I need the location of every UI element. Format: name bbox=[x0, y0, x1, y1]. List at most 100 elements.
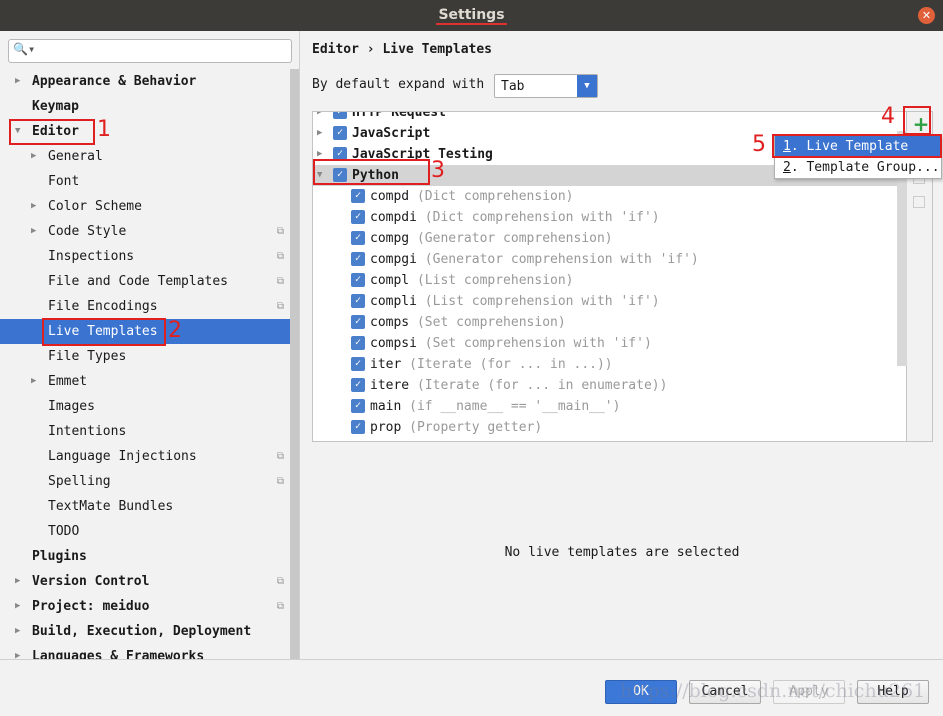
sidebar-item[interactable]: ▶ Color Scheme bbox=[0, 194, 290, 219]
annotation-number: 3 bbox=[431, 158, 445, 183]
checkbox[interactable]: ✓ bbox=[351, 209, 365, 224]
expand-label: By default expand with bbox=[312, 77, 485, 92]
search-icon: 🔍▾ bbox=[13, 42, 36, 56]
template-item[interactable]: ✓ prop (Property getter) bbox=[313, 417, 906, 438]
checkbox[interactable]: ✓ bbox=[351, 377, 365, 392]
sidebar-item[interactable]: Language Injections ⧉ bbox=[0, 444, 290, 469]
sidebar-item-label: Color Scheme bbox=[48, 199, 142, 214]
chevron-right-icon[interactable]: ▶ bbox=[31, 219, 36, 244]
chevron-right-icon[interactable]: ▶ bbox=[317, 123, 322, 144]
template-item[interactable]: ✓ compdi (Dict comprehension with 'if') bbox=[313, 207, 906, 228]
sidebar-item[interactable]: Intentions bbox=[0, 419, 290, 444]
expand-with-select[interactable]: Tab ▼ bbox=[494, 74, 598, 98]
menu-item-template-group[interactable]: 2. Template Group... bbox=[775, 157, 941, 178]
project-scope-icon: ⧉ bbox=[276, 451, 284, 462]
sidebar-item[interactable]: TODO bbox=[0, 519, 290, 544]
sidebar-item-label: Version Control bbox=[32, 574, 150, 589]
sidebar-item-label: Inspections bbox=[48, 249, 135, 264]
sidebar-item[interactable]: TextMate Bundles bbox=[0, 494, 290, 519]
annotation-box bbox=[772, 134, 942, 158]
checkbox[interactable]: ✓ bbox=[333, 125, 347, 140]
chevron-right-icon[interactable]: ▶ bbox=[15, 644, 20, 659]
sidebar-item[interactable]: ▶ Code Style ⧉ bbox=[0, 219, 290, 244]
chevron-right-icon[interactable]: ▶ bbox=[15, 594, 20, 619]
sidebar-item[interactable]: ▶ Build, Execution, Deployment bbox=[0, 619, 290, 644]
sidebar-item[interactable]: File Encodings ⧉ bbox=[0, 294, 290, 319]
template-item[interactable]: ✓ compl (List comprehension) bbox=[313, 270, 906, 291]
checkbox[interactable]: ✓ bbox=[351, 356, 365, 371]
sidebar-item-label: Appearance & Behavior bbox=[32, 74, 197, 89]
template-item[interactable]: ✓ compsi (Set comprehension with 'if') bbox=[313, 333, 906, 354]
template-item[interactable]: ✓ compg (Generator comprehension) bbox=[313, 228, 906, 249]
sidebar-item-label: Spelling bbox=[48, 474, 111, 489]
checkbox[interactable]: ✓ bbox=[351, 419, 365, 434]
chevron-right-icon[interactable]: ▶ bbox=[31, 194, 36, 219]
annotation-box bbox=[903, 106, 931, 135]
chevron-right-icon[interactable]: ▶ bbox=[15, 619, 20, 644]
template-item[interactable]: ✓ compli (List comprehension with 'if') bbox=[313, 291, 906, 312]
sidebar-scrollbar[interactable] bbox=[290, 69, 299, 659]
chevron-right-icon[interactable]: ▶ bbox=[15, 69, 20, 94]
template-item[interactable]: ✓ main (if __name__ == '__main__') bbox=[313, 396, 906, 417]
template-item[interactable]: ✓ compgi (Generator comprehension with 'i… bbox=[313, 249, 906, 270]
sidebar-item[interactable]: ▶ Emmet bbox=[0, 369, 290, 394]
checkbox[interactable]: ✓ bbox=[351, 440, 365, 441]
checkbox[interactable]: ✓ bbox=[351, 251, 365, 266]
title-bar: Settings ✕ bbox=[0, 0, 943, 31]
search-input[interactable]: 🔍▾ bbox=[8, 39, 292, 63]
sidebar-item[interactable]: ▶ Languages & Frameworks bbox=[0, 644, 290, 659]
live-templates-panel: Editor › Live Templates By default expan… bbox=[301, 31, 943, 659]
sidebar-item[interactable]: Images bbox=[0, 394, 290, 419]
annotation-box bbox=[42, 318, 166, 346]
sidebar-item[interactable]: File and Code Templates ⧉ bbox=[0, 269, 290, 294]
sidebar-item-label: Intentions bbox=[48, 424, 127, 439]
project-scope-icon: ⧉ bbox=[276, 576, 284, 587]
sidebar-item[interactable]: Inspections ⧉ bbox=[0, 244, 290, 269]
close-icon[interactable]: ✕ bbox=[918, 7, 935, 24]
breadcrumb: Editor › Live Templates bbox=[312, 42, 493, 57]
project-scope-icon: ⧉ bbox=[276, 476, 284, 487]
annotation-number: 1 bbox=[97, 117, 111, 142]
sidebar-item[interactable]: Font bbox=[0, 169, 290, 194]
project-scope-icon: ⧉ bbox=[276, 276, 284, 287]
sidebar-item[interactable]: ▶ Appearance & Behavior bbox=[0, 69, 290, 94]
settings-tree: ▶ Appearance & Behavior Keymap ▼ Editor ▶ Gene… bbox=[0, 69, 290, 659]
checkbox[interactable]: ✓ bbox=[333, 112, 347, 119]
sidebar-item[interactable]: File Types bbox=[0, 344, 290, 369]
checkbox[interactable]: ✓ bbox=[351, 293, 365, 308]
template-item[interactable]: ✓ itere (Iterate (for ... in enumerate)) bbox=[313, 375, 906, 396]
chevron-right-icon[interactable]: ▶ bbox=[317, 112, 322, 123]
checkbox[interactable]: ✓ bbox=[351, 272, 365, 287]
restore-icon[interactable] bbox=[913, 196, 925, 208]
chevron-right-icon[interactable]: ▶ bbox=[15, 569, 20, 594]
template-item[interactable]: ✓props (Property getter/setter) bbox=[313, 438, 906, 441]
empty-message: No live templates are selected bbox=[504, 545, 740, 560]
sidebar-item[interactable]: ▶ Project: meiduo ⧉ bbox=[0, 594, 290, 619]
sidebar-item-label: Languages & Frameworks bbox=[32, 649, 205, 659]
template-item[interactable]: ✓ comps (Set comprehension) bbox=[313, 312, 906, 333]
template-group[interactable]: ▶ ✓ HTTP Request bbox=[313, 112, 906, 123]
checkbox[interactable]: ✓ bbox=[351, 398, 365, 413]
sidebar-item-label: TODO bbox=[48, 524, 80, 539]
template-item[interactable]: ✓ iter (Iterate (for ... in ...)) bbox=[313, 354, 906, 375]
sidebar-item[interactable]: Keymap bbox=[0, 94, 290, 119]
sidebar-item-label: Build, Execution, Deployment bbox=[32, 624, 252, 639]
sidebar-item-label: File and Code Templates bbox=[48, 274, 229, 289]
sidebar-item[interactable]: ▶ Version Control ⧉ bbox=[0, 569, 290, 594]
project-scope-icon: ⧉ bbox=[276, 601, 284, 612]
chevron-right-icon[interactable]: ▶ bbox=[31, 369, 36, 394]
sidebar-item[interactable]: ▶ General bbox=[0, 144, 290, 169]
sidebar-item-label: Plugins bbox=[32, 549, 87, 564]
sidebar-item-label: Emmet bbox=[48, 374, 88, 389]
sidebar-item[interactable]: Spelling ⧉ bbox=[0, 469, 290, 494]
template-item[interactable]: ✓ compd (Dict comprehension) bbox=[313, 186, 906, 207]
checkbox[interactable]: ✓ bbox=[351, 314, 365, 329]
watermark: https://blog.csdn.net/chichu261 bbox=[620, 680, 926, 702]
checkbox[interactable]: ✓ bbox=[351, 188, 365, 203]
sidebar-item-label: TextMate Bundles bbox=[48, 499, 174, 514]
sidebar-item[interactable]: Plugins bbox=[0, 544, 290, 569]
checkbox[interactable]: ✓ bbox=[351, 230, 365, 245]
chevron-right-icon[interactable]: ▶ bbox=[31, 144, 36, 169]
checkbox[interactable]: ✓ bbox=[351, 335, 365, 350]
sidebar-item-label: Project: meiduo bbox=[32, 599, 150, 614]
